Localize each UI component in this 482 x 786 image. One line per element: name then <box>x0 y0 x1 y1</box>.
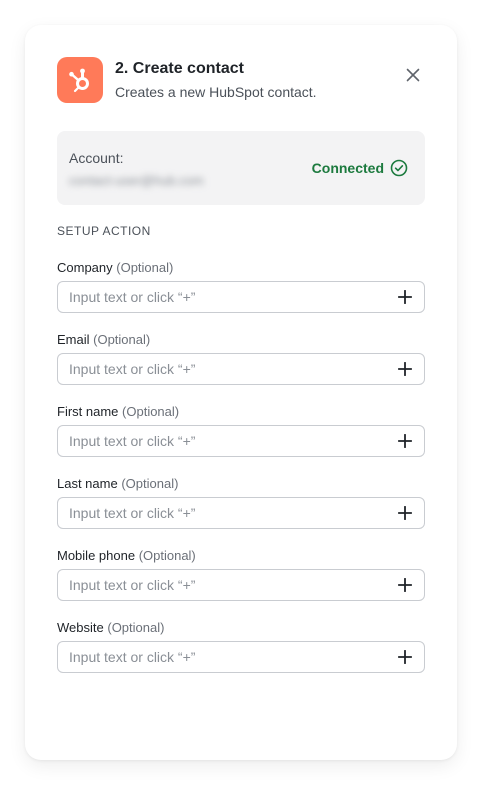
connection-status-text: Connected <box>311 160 384 176</box>
field-label-first-name: First name (Optional) <box>57 404 179 419</box>
account-email: contact-user@hub.com <box>69 173 204 188</box>
panel-header: 2. Create contact Creates a new HubSpot … <box>57 57 425 103</box>
field-label-text: First name <box>57 404 119 419</box>
add-variable-button[interactable] <box>397 361 413 377</box>
plus-icon <box>398 506 412 520</box>
field-optional-tag: (Optional) <box>93 332 151 347</box>
last-name-input[interactable] <box>58 498 378 528</box>
plus-icon <box>398 434 412 448</box>
connection-status: Connected <box>312 159 408 177</box>
field-label-email: Email (Optional) <box>57 332 150 347</box>
close-button[interactable] <box>401 63 425 87</box>
plus-icon <box>398 650 412 664</box>
field-label-text: Email <box>57 332 90 347</box>
create-contact-panel: 2. Create contact Creates a new HubSpot … <box>25 25 457 760</box>
website-field <box>57 641 425 673</box>
email-field <box>57 353 425 385</box>
account-card: Account: contact-user@hub.com Connected <box>57 131 425 205</box>
field-optional-tag: (Optional) <box>107 620 165 635</box>
company-input[interactable] <box>58 282 378 312</box>
field-label-website: Website (Optional) <box>57 620 164 635</box>
field-optional-tag: (Optional) <box>138 548 196 563</box>
mobile-phone-input[interactable] <box>58 570 378 600</box>
add-variable-button[interactable] <box>397 505 413 521</box>
field-label-text: Last name <box>57 476 118 491</box>
plus-icon <box>398 578 412 592</box>
company-field <box>57 281 425 313</box>
field-label-last-name: Last name (Optional) <box>57 476 178 491</box>
field-optional-tag: (Optional) <box>122 404 180 419</box>
field-optional-tag: (Optional) <box>121 476 179 491</box>
last-name-field <box>57 497 425 529</box>
account-label: Account: <box>69 150 124 166</box>
website-input[interactable] <box>58 642 378 672</box>
plus-icon <box>398 362 412 376</box>
plus-icon <box>398 290 412 304</box>
mobile-phone-field <box>57 569 425 601</box>
field-label-company: Company (Optional) <box>57 260 173 275</box>
field-optional-tag: (Optional) <box>116 260 174 275</box>
add-variable-button[interactable] <box>397 433 413 449</box>
email-input[interactable] <box>58 354 378 384</box>
check-circle-icon <box>390 159 408 177</box>
page-subtitle: Creates a new HubSpot contact. <box>115 84 317 100</box>
field-label-text: Mobile phone <box>57 548 136 563</box>
add-variable-button[interactable] <box>397 289 413 305</box>
section-title: SETUP ACTION <box>57 224 151 238</box>
close-icon <box>406 68 420 82</box>
field-label-text: Website <box>57 620 104 635</box>
page-title: 2. Create contact <box>115 60 244 77</box>
add-variable-button[interactable] <box>397 649 413 665</box>
first-name-field <box>57 425 425 457</box>
hubspot-icon <box>57 57 103 103</box>
field-label-mobile-phone: Mobile phone (Optional) <box>57 548 196 563</box>
first-name-input[interactable] <box>58 426 378 456</box>
add-variable-button[interactable] <box>397 577 413 593</box>
field-label-text: Company <box>57 260 113 275</box>
